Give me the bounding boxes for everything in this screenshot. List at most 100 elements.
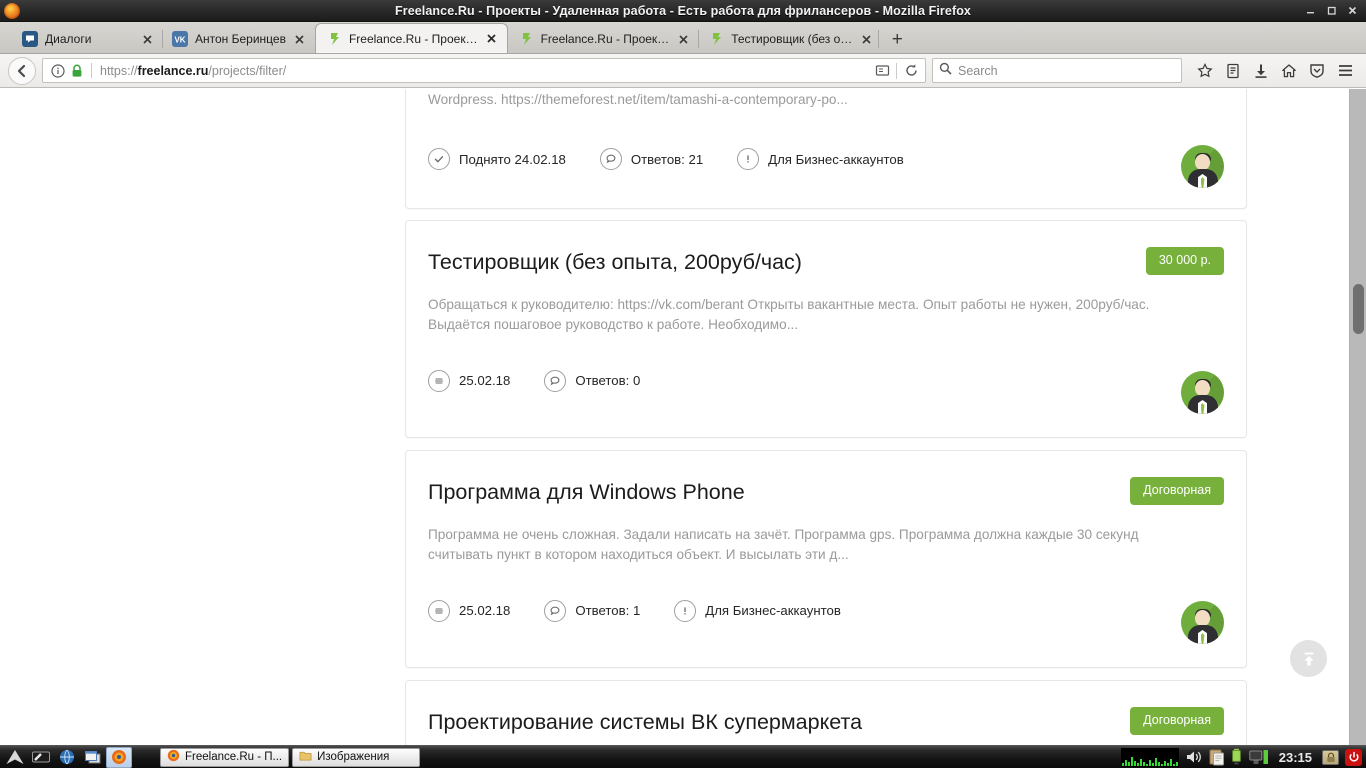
window-titlebar: Freelance.Ru - Проекты - Удаленная работ…	[0, 0, 1366, 22]
page-scrollbar[interactable]	[1349, 89, 1366, 745]
tab-label: Freelance.Ru - Проек…	[348, 31, 478, 46]
project-description: Wordpress. https://themeforest.net/item/…	[428, 92, 848, 107]
freelance-icon	[326, 31, 342, 47]
project-meta: 25.02.18 Ответов: 1 Для Бизнес-аккаунтов	[428, 599, 1224, 622]
tab-close-icon[interactable]	[293, 32, 307, 46]
back-button[interactable]	[8, 56, 36, 85]
project-card[interactable]: Проектирование системы ВК супермаркета Д…	[405, 680, 1247, 745]
project-title[interactable]: Проектирование системы ВК супермаркета	[428, 707, 862, 736]
battery-icon[interactable]	[1231, 748, 1243, 766]
star-icon[interactable]	[1192, 58, 1218, 84]
check-circle-icon	[428, 148, 450, 171]
meta-replies: Ответов: 1	[544, 599, 640, 622]
pocket-shield-icon[interactable]	[1304, 58, 1330, 84]
window-title: Freelance.Ru - Проекты - Удаленная работ…	[395, 3, 971, 18]
close-button[interactable]	[1347, 5, 1358, 16]
exclamation-circle-icon	[674, 599, 697, 622]
power-icon[interactable]	[1345, 748, 1362, 766]
download-arrow-icon[interactable]	[1248, 58, 1274, 84]
meta-label: Поднято 24.02.18	[459, 151, 566, 167]
meta-label: 25.02.18	[459, 373, 511, 389]
page-info-icon[interactable]	[51, 63, 65, 78]
search-icon	[939, 62, 952, 80]
taskbar-windows: Freelance.Ru - П... Изображения	[160, 747, 421, 767]
lock-screen-icon[interactable]	[1322, 749, 1339, 765]
desktop-taskbar: Freelance.Ru - П... Изображения 23:15	[0, 745, 1366, 768]
tab-strip: Диалоги VK Антон Беринцев Freelance.Ru -…	[0, 22, 1366, 54]
meta-business-accounts: Для Бизнес-аккаунтов	[737, 148, 904, 171]
system-tray: 23:15	[1120, 747, 1366, 767]
arch-menu-icon[interactable]	[2, 747, 28, 768]
tab-close-icon[interactable]	[676, 32, 690, 46]
avatar-head	[1195, 379, 1210, 396]
firefox-icon[interactable]	[106, 746, 132, 768]
search-input[interactable]: Search	[958, 64, 998, 78]
project-header: Программа для Windows Phone Договорная	[428, 451, 1224, 506]
tab-tester[interactable]: Тестировщик (без о…	[698, 25, 881, 53]
meta-date: 25.02.18	[428, 599, 510, 622]
comment-circle-icon	[599, 148, 622, 171]
tab-label: Диалоги	[45, 32, 92, 46]
minimize-button[interactable]	[1305, 5, 1316, 16]
toolbar-icons	[1192, 58, 1358, 84]
lines-circle-icon	[428, 369, 450, 392]
url-text: https://freelance.ru/projects/filter/	[100, 63, 287, 78]
project-title[interactable]: Тестировщик (без опыта, 200руб/час)	[428, 247, 802, 276]
maximize-restore-button[interactable]	[1326, 5, 1337, 16]
exclamation-circle-icon	[737, 148, 760, 171]
speaker-icon[interactable]	[1185, 749, 1203, 765]
library-icon[interactable]	[1220, 58, 1246, 84]
avatar-head	[1195, 609, 1210, 626]
project-price-badge: Договорная	[1130, 707, 1224, 735]
taskbar-item-firefox[interactable]: Freelance.Ru - П...	[160, 747, 290, 767]
clipboard-icon[interactable]	[1209, 748, 1225, 766]
vk-icon: VK	[172, 31, 188, 47]
meta-label: Для Бизнес-аккаунтов	[705, 603, 841, 619]
meta-replies: Ответов: 0	[544, 369, 640, 392]
reload-icon[interactable]	[901, 61, 921, 81]
window-switch-icon[interactable]	[80, 747, 106, 768]
tab-close-icon[interactable]	[485, 32, 499, 46]
terminal-icon[interactable]	[28, 747, 54, 768]
url-bar[interactable]: https://freelance.ru/projects/filter/	[42, 58, 926, 83]
tab-close-icon[interactable]	[859, 32, 873, 46]
scroll-to-top-icon[interactable]	[1290, 640, 1327, 677]
avatar-head	[1195, 153, 1210, 170]
tab-label: Freelance.Ru - Проек…	[540, 32, 670, 46]
meta-business-accounts: Для Бизнес-аккаунтов	[674, 599, 841, 622]
browser-globe-icon[interactable]	[54, 747, 80, 768]
project-price-badge: 30 000 р.	[1145, 247, 1224, 275]
freelance-icon	[518, 31, 534, 47]
meta-label: Для Бизнес-аккаунтов	[768, 151, 904, 167]
tab-freelance-projects-2[interactable]: Freelance.Ru - Проек…	[508, 25, 699, 53]
reader-mode-icon[interactable]	[872, 61, 892, 81]
navigation-toolbar: https://freelance.ru/projects/filter/ Se…	[0, 54, 1366, 88]
network-monitor-icon[interactable]	[1249, 749, 1269, 766]
business-person-avatar[interactable]	[1181, 601, 1224, 644]
search-bar[interactable]: Search	[932, 58, 1182, 83]
tab-freelance-projects-active[interactable]: Freelance.Ru - Проек…	[314, 23, 508, 53]
business-person-avatar[interactable]	[1181, 145, 1224, 188]
project-title[interactable]: Программа для Windows Phone	[428, 477, 745, 506]
project-meta: 25.02.18 Ответов: 0	[428, 369, 1224, 392]
url-divider	[896, 62, 897, 79]
tab-label: Антон Беринцев	[195, 32, 286, 46]
project-card-partial[interactable]: Wordpress. https://themeforest.net/item/…	[405, 89, 1247, 209]
tab-close-icon[interactable]	[140, 32, 154, 46]
taskbar-item-images[interactable]: Изображения	[292, 747, 421, 767]
project-meta: Поднято 24.02.18 Ответов: 21 Для Бизнес-…	[428, 148, 1224, 171]
hamburger-menu-icon[interactable]	[1332, 58, 1358, 84]
project-card[interactable]: Программа для Windows Phone Договорная П…	[405, 450, 1247, 668]
comment-circle-icon	[544, 369, 567, 392]
tab-anton-berintsev[interactable]: VK Антон Беринцев	[162, 25, 315, 53]
taskbar-launchers	[0, 746, 132, 768]
new-tab-button[interactable]: +	[878, 25, 911, 53]
project-card[interactable]: Тестировщик (без опыта, 200руб/час) 30 0…	[405, 220, 1247, 438]
business-person-avatar[interactable]	[1181, 371, 1224, 414]
folder-icon	[299, 749, 312, 765]
meta-label: Ответов: 21	[630, 151, 704, 167]
scrollbar-thumb[interactable]	[1353, 284, 1364, 334]
firefox-window: Freelance.Ru - Проекты - Удаленная работ…	[0, 0, 1366, 768]
home-icon[interactable]	[1276, 58, 1302, 84]
tab-dialogi[interactable]: Диалоги	[12, 25, 162, 53]
